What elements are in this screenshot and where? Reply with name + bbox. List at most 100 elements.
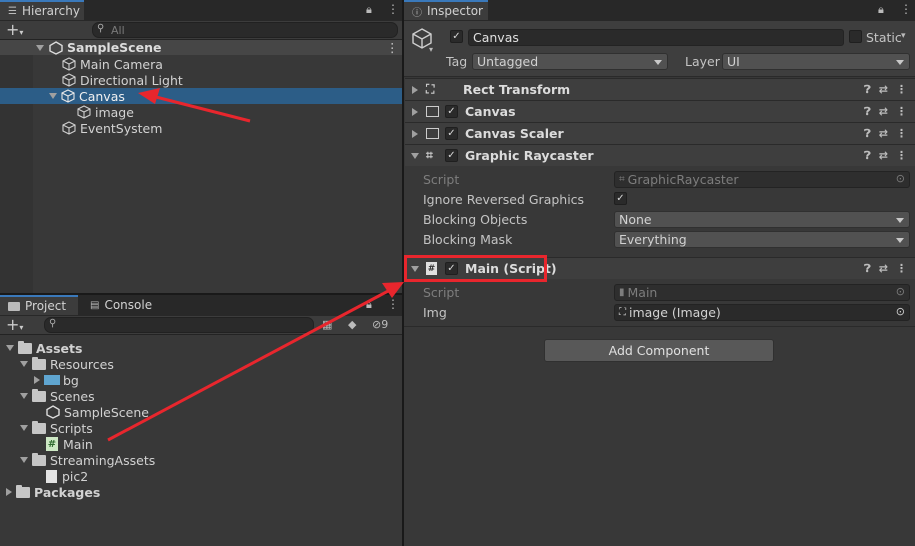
component-enabled-checkbox[interactable]: ✓ bbox=[445, 127, 458, 140]
project-search-input[interactable]: ⚲ bbox=[44, 317, 314, 333]
chevron-down-icon[interactable] bbox=[36, 44, 44, 51]
tree-packages[interactable]: Packages bbox=[6, 484, 100, 500]
preset-icon[interactable]: ⇄ bbox=[879, 83, 888, 97]
tree-label: Assets bbox=[36, 340, 83, 356]
component-canvas-scaler[interactable]: ✓ Canvas Scaler ❓︎ ⇄ ⋮ bbox=[405, 122, 915, 144]
hierarchy-item-main-camera[interactable]: Main Camera bbox=[62, 56, 163, 72]
tree-main-script[interactable]: # Main bbox=[46, 436, 93, 452]
hidden-packages-icon[interactable]: ⊘9 bbox=[372, 318, 388, 331]
chevron-down-icon[interactable] bbox=[20, 457, 28, 463]
tree-pic2[interactable]: pic2 bbox=[46, 468, 88, 484]
help-icon[interactable]: ❓︎ bbox=[864, 149, 871, 163]
help-icon[interactable]: ❓︎ bbox=[864, 262, 871, 276]
tag-dropdown[interactable]: Untagged bbox=[472, 53, 668, 70]
more-menu-icon[interactable]: ⋮ bbox=[387, 297, 399, 311]
add-button[interactable]: +▾ bbox=[6, 316, 23, 336]
component-menu-icon[interactable]: ⋮ bbox=[896, 127, 907, 141]
object-picker-icon[interactable]: ⊙ bbox=[896, 305, 905, 318]
object-picker-icon[interactable]: ⊙ bbox=[896, 172, 905, 185]
static-dropdown-caret[interactable]: ▾ bbox=[901, 31, 906, 41]
chevron-down-icon[interactable] bbox=[6, 345, 14, 351]
tree-assets[interactable]: Assets bbox=[6, 340, 82, 356]
hierarchy-panel: ☰ Hierarchy 🔒︎ ⋮ +▾ ⚲ All SampleScene ⋮ … bbox=[0, 0, 402, 293]
tab-console[interactable]: ▤ Console bbox=[82, 295, 162, 315]
chevron-right-icon[interactable] bbox=[412, 129, 418, 138]
hierarchy-item-directional-light[interactable]: Directional Light bbox=[62, 72, 183, 88]
blocking-mask-dropdown[interactable]: Everything bbox=[614, 231, 910, 248]
component-menu-icon[interactable]: ⋮ bbox=[896, 262, 907, 276]
filter-type-icon[interactable]: ▦ bbox=[322, 318, 332, 331]
help-icon[interactable]: ❓︎ bbox=[864, 105, 871, 119]
scene-row[interactable]: SampleScene ⋮ bbox=[0, 40, 402, 55]
tree-label: Main bbox=[63, 436, 93, 452]
tree-bg[interactable]: bg bbox=[34, 372, 79, 388]
texture-icon bbox=[44, 375, 60, 385]
component-canvas[interactable]: ✓ Canvas ❓︎ ⇄ ⋮ bbox=[405, 100, 915, 122]
tree-streamingassets[interactable]: StreamingAssets bbox=[20, 452, 155, 468]
static-checkbox[interactable] bbox=[849, 30, 862, 43]
blocking-objects-dropdown[interactable]: None bbox=[614, 211, 910, 228]
chevron-down-icon[interactable] bbox=[411, 152, 419, 159]
add-button[interactable]: +▾ bbox=[6, 21, 23, 41]
component-title: Canvas bbox=[465, 104, 516, 119]
preset-icon[interactable]: ⇄ bbox=[879, 105, 888, 119]
object-name-field[interactable]: Canvas bbox=[468, 29, 844, 46]
more-menu-icon[interactable]: ⋮ bbox=[900, 2, 912, 16]
lock-icon[interactable]: 🔒︎ bbox=[366, 3, 372, 17]
filter-label-icon[interactable]: ◆ bbox=[348, 318, 356, 331]
component-actions: ❓︎ ⇄ ⋮ bbox=[864, 83, 915, 97]
project-panel: Project ▤ Console 🔒︎ ⋮ +▾ ⚲ ▦ ◆ ⊘9 Asset… bbox=[0, 295, 402, 546]
hierarchy-item-canvas[interactable]: Canvas bbox=[0, 88, 402, 104]
hierarchy-search-input[interactable]: ⚲ All bbox=[92, 22, 398, 38]
tab-hierarchy[interactable]: ☰ Hierarchy bbox=[0, 0, 84, 20]
help-icon[interactable]: ❓︎ bbox=[864, 83, 871, 97]
component-enabled-checkbox[interactable]: ✓ bbox=[445, 105, 458, 118]
unity-scene-icon bbox=[46, 405, 60, 419]
component-rect-transform[interactable]: ⛶ Rect Transform ❓︎ ⇄ ⋮ bbox=[405, 78, 915, 100]
lock-icon[interactable]: 🔒︎ bbox=[878, 3, 884, 17]
preset-icon[interactable]: ⇄ bbox=[879, 149, 888, 163]
hierarchy-item-image[interactable]: image bbox=[77, 104, 134, 120]
component-graphic-raycaster[interactable]: ⌗ ✓ Graphic Raycaster ❓︎ ⇄ ⋮ bbox=[405, 144, 915, 166]
chevron-down-icon[interactable] bbox=[20, 361, 28, 367]
component-enabled-checkbox[interactable]: ✓ bbox=[445, 149, 458, 162]
chevron-down-icon[interactable] bbox=[20, 425, 28, 431]
tree-resources[interactable]: Resources bbox=[20, 356, 114, 372]
hierarchy-item-eventsystem[interactable]: EventSystem bbox=[62, 120, 162, 136]
component-menu-icon[interactable]: ⋮ bbox=[896, 149, 907, 163]
tree-scenes[interactable]: Scenes bbox=[20, 388, 95, 404]
layer-dropdown[interactable]: UI bbox=[722, 53, 910, 70]
tree-samplescene[interactable]: SampleScene bbox=[46, 404, 149, 420]
more-menu-icon[interactable]: ⋮ bbox=[387, 2, 399, 16]
preset-icon[interactable]: ⇄ bbox=[879, 127, 888, 141]
img-field[interactable]: ⛶ image (Image) ⊙ bbox=[614, 304, 910, 321]
lock-icon[interactable]: 🔒︎ bbox=[366, 298, 372, 312]
main-script-field[interactable]: ▮ Main ⊙ bbox=[614, 284, 910, 301]
chevron-down-icon[interactable] bbox=[49, 93, 57, 99]
tab-inspector[interactable]: ⓘ Inspector bbox=[404, 0, 488, 20]
add-component-button[interactable]: Add Component bbox=[544, 339, 774, 362]
active-checkbox[interactable]: ✓ bbox=[450, 30, 463, 43]
object-picker-icon[interactable]: ⊙ bbox=[896, 285, 905, 298]
chevron-right-icon[interactable] bbox=[34, 376, 40, 384]
chevron-down-icon[interactable] bbox=[20, 393, 28, 399]
chevron-right-icon[interactable] bbox=[412, 85, 418, 94]
tab-project[interactable]: Project bbox=[0, 295, 78, 315]
horizontal-splitter[interactable] bbox=[0, 293, 402, 295]
component-menu-icon[interactable]: ⋮ bbox=[896, 105, 907, 119]
help-icon[interactable]: ❓︎ bbox=[864, 127, 871, 141]
static-label: Static bbox=[866, 30, 902, 45]
preset-icon[interactable]: ⇄ bbox=[879, 262, 888, 276]
scene-menu-icon[interactable]: ⋮ bbox=[386, 40, 399, 55]
raycaster-script-label: Script bbox=[423, 172, 460, 187]
chevron-right-icon[interactable] bbox=[6, 488, 12, 496]
raycaster-script-field[interactable]: ⌗ GraphicRaycaster ⊙ bbox=[614, 171, 910, 188]
icon-dropdown-caret[interactable]: ▾ bbox=[429, 45, 433, 54]
component-title: Canvas Scaler bbox=[465, 126, 564, 141]
component-menu-icon[interactable]: ⋮ bbox=[896, 83, 907, 97]
chevron-right-icon[interactable] bbox=[412, 107, 418, 116]
tree-scripts[interactable]: Scripts bbox=[20, 420, 93, 436]
search-placeholder: All bbox=[111, 23, 125, 37]
folder-icon bbox=[8, 301, 20, 311]
ignore-reversed-checkbox[interactable]: ✓ bbox=[614, 192, 627, 205]
